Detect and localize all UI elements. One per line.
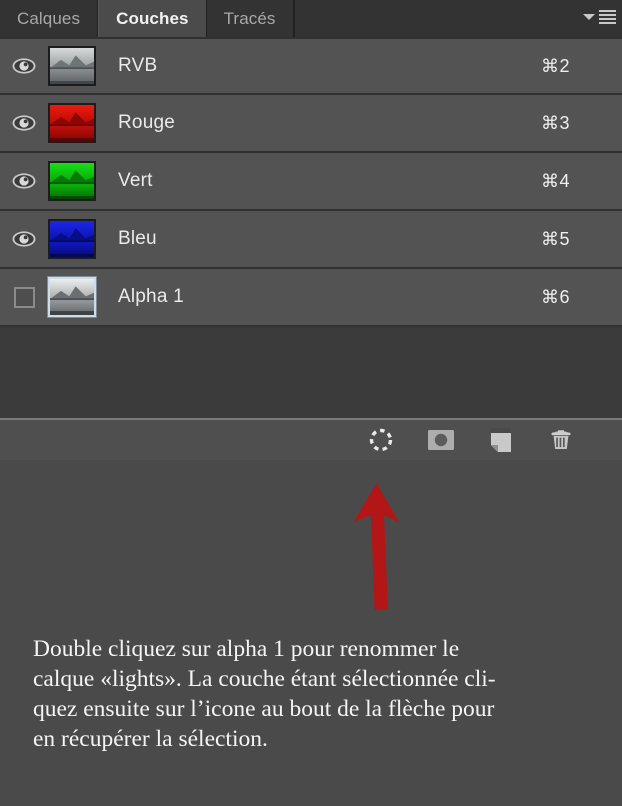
channel-shortcut-vert: ⌘4 <box>540 170 570 191</box>
thumbnail-image-red <box>50 105 94 141</box>
tab-couches-label: Couches <box>116 8 189 28</box>
trash-icon <box>551 430 571 449</box>
channel-name-rvb: RVB <box>118 55 158 76</box>
channel-row-alpha-1[interactable]: Alpha 1 ⌘6 <box>0 269 622 327</box>
channels-panel-toolbar <box>0 418 622 460</box>
channel-shortcut-bleu: ⌘5 <box>540 228 570 249</box>
eye-icon <box>12 231 36 247</box>
tab-calques[interactable]: Calques <box>0 0 99 37</box>
red-arrow-up-icon <box>353 483 400 610</box>
channel-name-vert: Vert <box>118 170 153 191</box>
eye-icon <box>12 115 36 131</box>
delete-channel-button[interactable] <box>544 425 578 455</box>
save-selection-as-channel-icon <box>428 430 454 450</box>
thumbnail-image-green <box>50 163 94 199</box>
caption-line-2: calque «lights». La couche étant sélecti… <box>33 666 496 692</box>
load-channel-as-selection-button[interactable] <box>364 425 398 455</box>
visibility-toggle-bleu[interactable] <box>0 230 48 248</box>
panel-tab-bar: Calques Couches Tracés <box>0 0 622 37</box>
channel-row-bleu[interactable]: Bleu ⌘5 <box>0 211 622 269</box>
instruction-caption: Double cliquez sur alpha 1 pour renommer… <box>33 634 593 754</box>
panel-menu-button[interactable] <box>583 10 616 24</box>
channel-name-bleu: Bleu <box>118 228 157 249</box>
visibility-toggle-vert[interactable] <box>0 172 48 190</box>
tab-couches[interactable]: Couches <box>98 0 207 37</box>
channel-shortcut-alpha-1: ⌘6 <box>540 286 570 307</box>
new-channel-button[interactable] <box>484 425 518 455</box>
new-channel-icon <box>491 428 511 452</box>
caption-line-1: Double cliquez sur alpha 1 pour renommer… <box>33 636 460 662</box>
channel-thumbnail-bleu[interactable] <box>48 219 96 259</box>
thumbnail-image-alpha <box>50 279 94 315</box>
caption-line-4: en récupérer la sélection. <box>33 726 268 752</box>
tab-traces-label: Tracés <box>223 8 276 28</box>
load-channel-as-selection-icon <box>369 428 393 452</box>
channel-list: RVB ⌘2 Rouge ⌘3 Vert ⌘4 Bleu ⌘5 Alpha 1 … <box>0 37 622 418</box>
eye-icon <box>12 173 36 189</box>
channel-shortcut-rouge: ⌘3 <box>540 112 570 133</box>
save-selection-as-channel-button[interactable] <box>424 425 458 455</box>
thumbnail-image-gray <box>50 48 94 84</box>
tab-bar-filler <box>293 0 622 37</box>
eye-icon <box>12 58 36 74</box>
caption-line-3: quez ensuite sur l’icone au bout de la f… <box>33 696 495 722</box>
channel-thumbnail-rvb[interactable] <box>48 46 96 86</box>
channel-thumbnail-vert[interactable] <box>48 161 96 201</box>
tab-calques-label: Calques <box>17 8 81 28</box>
eye-empty-icon <box>13 286 35 308</box>
channel-thumbnail-rouge[interactable] <box>48 103 96 143</box>
visibility-toggle-rouge[interactable] <box>0 114 48 132</box>
visibility-toggle-alpha-1[interactable] <box>0 286 48 308</box>
screenshot-root: Calques Couches Tracés RVB ⌘2 Rouge ⌘3 V… <box>0 0 622 806</box>
channel-name-alpha-1: Alpha 1 <box>118 286 184 307</box>
channels-panel: Calques Couches Tracés RVB ⌘2 Rouge ⌘3 V… <box>0 0 622 460</box>
visibility-toggle-rvb[interactable] <box>0 57 48 75</box>
thumbnail-image-blue <box>50 221 94 257</box>
chevron-down-icon <box>583 14 595 20</box>
channel-row-rvb[interactable]: RVB ⌘2 <box>0 37 622 95</box>
channel-shortcut-rvb: ⌘2 <box>540 55 570 76</box>
hamburger-menu-icon <box>599 10 616 24</box>
tab-traces[interactable]: Tracés <box>206 0 294 37</box>
channel-row-vert[interactable]: Vert ⌘4 <box>0 153 622 211</box>
channel-thumbnail-alpha-1[interactable] <box>48 277 96 317</box>
channel-row-rouge[interactable]: Rouge ⌘3 <box>0 95 622 153</box>
channel-name-rouge: Rouge <box>118 112 175 133</box>
